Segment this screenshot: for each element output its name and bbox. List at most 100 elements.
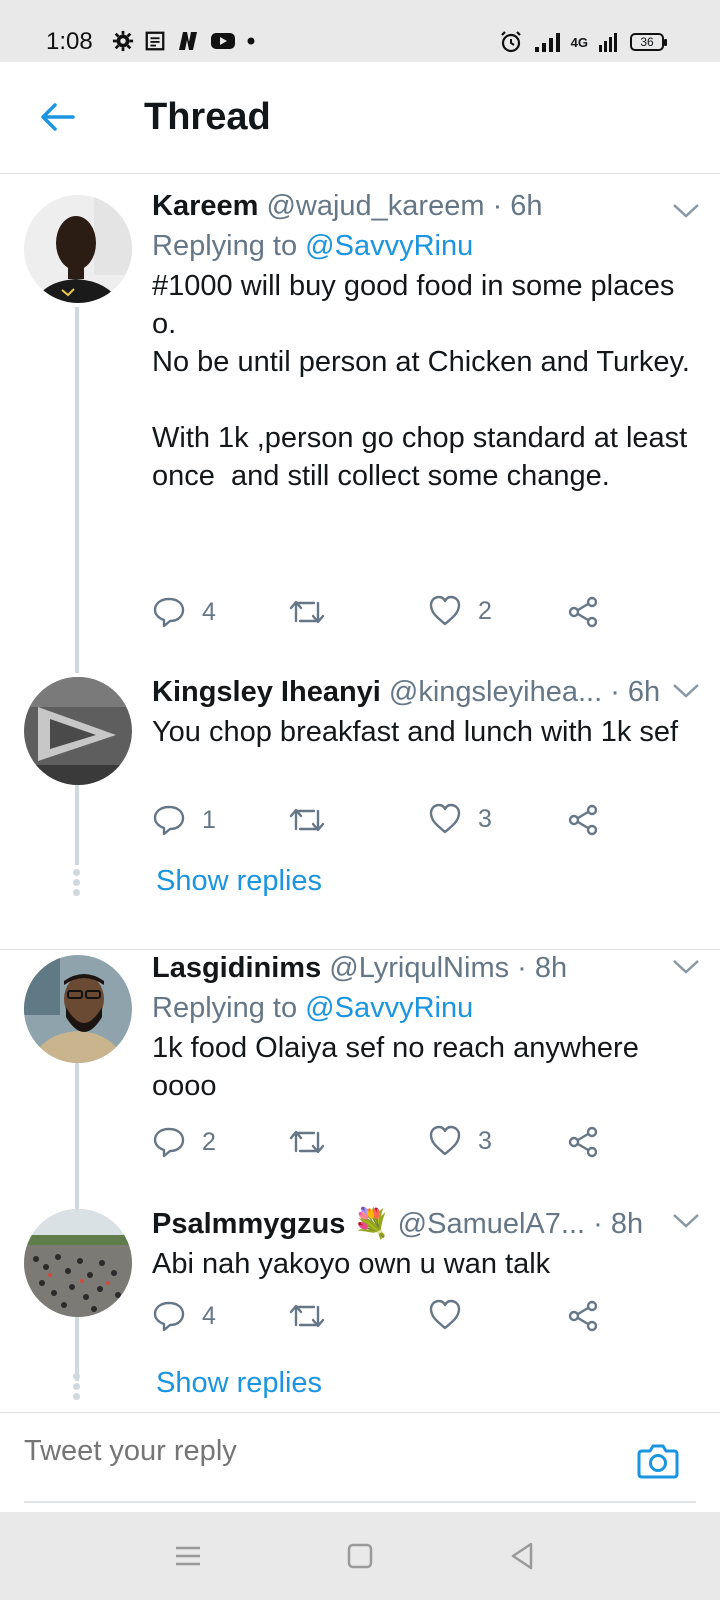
replying-mention[interactable]: @SavvyRinu (305, 992, 473, 1024)
author-name[interactable]: Kingsley Iheanyi (152, 676, 381, 708)
tweet-actions: 4 (152, 1299, 712, 1339)
page-title: Thread (144, 96, 271, 138)
tweet-time: · 8h (517, 952, 568, 984)
avatar-image (24, 1209, 132, 1317)
show-replies-link[interactable]: Show replies (156, 865, 322, 898)
avatar[interactable] (24, 195, 132, 303)
camera-icon[interactable] (636, 1441, 680, 1481)
tweet-content: Kingsley Iheanyi @kingsleyihea... · 6h Y… (152, 673, 700, 751)
status-time: 1:08 (46, 28, 93, 55)
home-icon[interactable] (342, 1538, 378, 1574)
retweet-button[interactable] (288, 595, 326, 629)
back-triangle-icon[interactable] (504, 1538, 540, 1574)
share-button[interactable] (566, 1125, 600, 1159)
signal-icon (534, 33, 560, 52)
tweet[interactable]: Lasgidinims @LyriqulNims · 8h Replying t… (0, 949, 720, 1209)
tweet-meta: Lasgidinims @LyriqulNims · 8h (152, 949, 700, 987)
author-emoji: 💐 (353, 1208, 390, 1240)
retweet-button[interactable] (288, 803, 326, 837)
reply-button[interactable]: 2 (152, 1125, 216, 1159)
like-count: 3 (478, 804, 492, 833)
reply-count: 1 (202, 805, 216, 834)
heart-icon (429, 803, 461, 834)
avatar[interactable] (24, 955, 132, 1063)
like-button[interactable]: 3 (428, 803, 492, 835)
author-handle[interactable]: @LyriqulNims (329, 952, 509, 984)
tweet-content: Lasgidinims @LyriqulNims · 8h Replying t… (152, 949, 700, 1105)
like-button[interactable]: 3 (428, 1125, 492, 1157)
share-button[interactable] (566, 803, 600, 837)
thread-line (75, 1063, 79, 1209)
tweet-meta: Kareem @wajud_kareem · 6h (152, 187, 700, 225)
menu-icon[interactable] (170, 1538, 206, 1574)
back-arrow-icon (41, 103, 75, 131)
reply-button[interactable]: 4 (152, 1299, 216, 1333)
reply-icon (153, 1127, 185, 1158)
tweet[interactable]: Psalmmygzus 💐 @SamuelA7... · 8h Abi nah … (0, 1205, 720, 1412)
show-replies-link[interactable]: Show replies (156, 1367, 322, 1400)
tweet-time: · 8h (593, 1208, 644, 1240)
share-button[interactable] (566, 1299, 600, 1333)
replying-prefix: Replying to (152, 992, 298, 1024)
notification-icons (112, 30, 256, 52)
more-replies-dots (73, 869, 81, 899)
tweet-actions: 4 2 (152, 595, 712, 635)
reply-button[interactable]: 4 (152, 595, 216, 629)
retweet-button[interactable] (288, 1299, 326, 1333)
netflix-icon (179, 32, 197, 50)
back-button[interactable] (36, 96, 78, 138)
author-name[interactable]: Kareem (152, 190, 258, 222)
avatar-image (24, 955, 132, 1063)
tweet-text: Abi nah yakoyo own u wan talk (152, 1248, 551, 1280)
heart-icon (429, 1125, 461, 1156)
share-icon (568, 1300, 598, 1332)
replying-mention[interactable]: @SavvyRinu (305, 230, 473, 262)
avatar-image (24, 195, 132, 303)
author-handle[interactable]: @kingsleyihea... (389, 676, 602, 708)
share-icon (568, 1126, 598, 1158)
author-handle[interactable]: @wajud_kareem (266, 190, 484, 222)
tweet-content: Psalmmygzus 💐 @SamuelA7... · 8h Abi nah … (152, 1205, 700, 1283)
reply-icon (153, 597, 185, 628)
reply-icon (153, 1301, 185, 1332)
share-button[interactable] (566, 595, 600, 629)
battery-icon: 36 (630, 33, 667, 51)
author-handle[interactable]: @SamuelA7... (398, 1208, 585, 1240)
tweet[interactable]: Kingsley Iheanyi @kingsleyihea... · 6h Y… (0, 673, 720, 931)
share-icon (568, 596, 598, 628)
youtube-icon (211, 33, 235, 49)
chevron-down-icon[interactable] (670, 1211, 702, 1231)
thread-line (75, 307, 79, 673)
reply-count: 2 (202, 1127, 216, 1156)
reply-composer (0, 1412, 720, 1512)
avatar[interactable] (24, 1209, 132, 1317)
tweet-time: · 6h (610, 676, 661, 708)
app-header: Thread (0, 62, 720, 174)
like-count: 2 (478, 596, 492, 625)
author-name[interactable]: Psalmmygzus (152, 1208, 345, 1240)
like-button[interactable]: 2 (428, 595, 492, 627)
avatar-image (24, 677, 132, 785)
tweet-meta: Kingsley Iheanyi @kingsleyihea... · 6h (152, 673, 700, 711)
retweet-button[interactable] (288, 1125, 326, 1159)
tweet[interactable]: Kareem @wajud_kareem · 6h Replying to @S… (0, 175, 720, 673)
tweet-actions: 1 3 (152, 803, 712, 843)
reply-input[interactable] (24, 1435, 584, 1468)
network-label: 4G (570, 34, 588, 50)
reply-count: 4 (202, 597, 216, 626)
replying-prefix: Replying to (152, 230, 298, 262)
retweet-icon (289, 1304, 325, 1328)
chevron-down-icon[interactable] (670, 681, 702, 701)
like-button[interactable] (428, 1299, 462, 1331)
tweet-text: 1k food Olaiya sef no reach anywhere ooo… (152, 1032, 647, 1102)
reply-button[interactable]: 1 (152, 803, 216, 837)
author-name[interactable]: Lasgidinims (152, 952, 321, 984)
avatar[interactable] (24, 677, 132, 785)
tweet-actions: 2 3 (152, 1125, 712, 1165)
thread-feed[interactable]: Kareem @wajud_kareem · 6h Replying to @S… (0, 175, 720, 1412)
chevron-down-icon[interactable] (670, 957, 702, 977)
like-count: 3 (478, 1126, 492, 1155)
alarm-icon (500, 31, 521, 53)
more-replies-dots (73, 1373, 81, 1403)
chevron-down-icon[interactable] (670, 201, 702, 221)
